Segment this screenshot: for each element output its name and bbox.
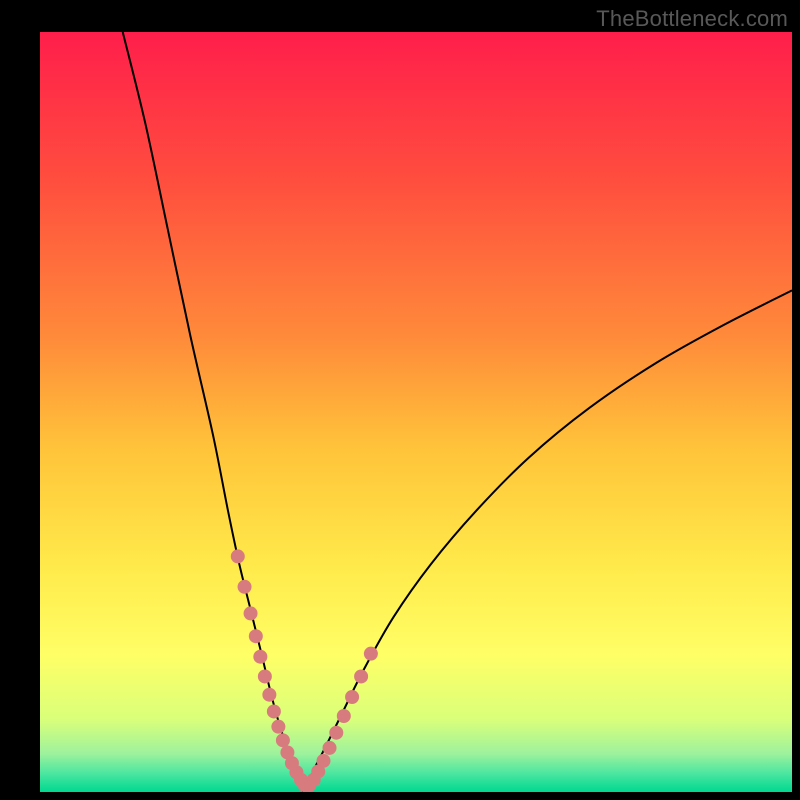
bead-point — [364, 647, 378, 661]
gradient-background — [40, 32, 792, 792]
bead-point — [317, 754, 331, 768]
bead-point — [329, 726, 343, 740]
plot-svg — [40, 32, 792, 792]
bead-point — [244, 606, 258, 620]
bead-point — [337, 709, 351, 723]
bead-point — [231, 549, 245, 563]
bead-point — [276, 733, 290, 747]
bead-point — [354, 669, 368, 683]
bead-point — [249, 629, 263, 643]
bead-point — [323, 741, 337, 755]
bead-point — [258, 669, 272, 683]
bead-point — [262, 688, 276, 702]
chart-stage: TheBottleneck.com — [0, 0, 800, 800]
bead-point — [345, 690, 359, 704]
watermark-text: TheBottleneck.com — [596, 6, 788, 32]
plot-area — [40, 32, 792, 792]
bead-point — [267, 704, 281, 718]
bead-point — [271, 720, 285, 734]
bead-point — [238, 580, 252, 594]
bead-point — [253, 650, 267, 664]
